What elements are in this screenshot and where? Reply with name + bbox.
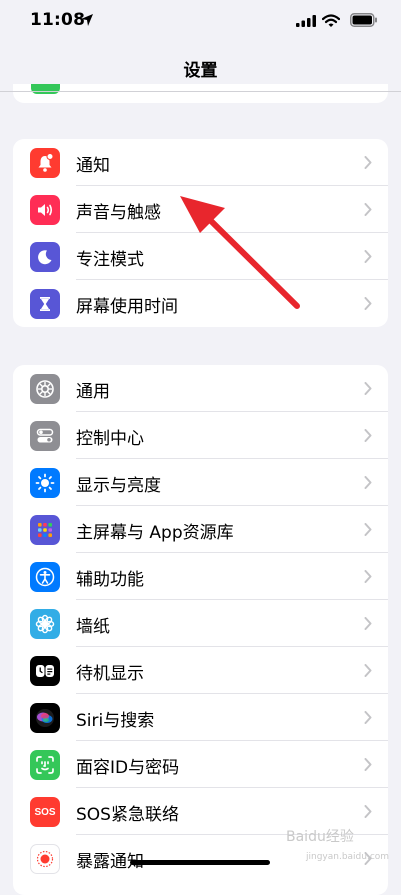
row-label: 通知 [76, 156, 110, 176]
chevron-right-icon [364, 476, 372, 489]
row-label: 面容ID与密码 [76, 758, 180, 778]
chevron-right-icon [364, 523, 372, 536]
toggles-icon [30, 421, 60, 451]
row-label: 专注模式 [76, 250, 144, 270]
watermark-url: jingyan.baidu.com [306, 852, 390, 862]
settings-row-focus[interactable]: 专注模式 [13, 233, 388, 280]
chevron-right-icon [364, 203, 372, 216]
chevron-right-icon [364, 758, 372, 771]
row-label: 屏幕使用时间 [76, 297, 178, 317]
settings-row-sounds-haptics[interactable]: 声音与触感 [13, 186, 388, 233]
chevron-right-icon [364, 664, 372, 677]
sun-icon [30, 468, 60, 498]
speaker-icon [30, 195, 60, 225]
flower-icon [30, 609, 60, 639]
row-label: Siri与搜索 [76, 711, 155, 731]
accessibility-icon [30, 562, 60, 592]
face-id-icon [30, 750, 60, 780]
row-label: 控制中心 [76, 429, 144, 449]
battery-icon [350, 13, 377, 27]
settings-row-general[interactable]: 通用 [13, 365, 388, 412]
row-label: 墙纸 [76, 617, 110, 637]
settings-group-1: 通知 声音与触感 专注模式 屏幕使用时间 [13, 139, 388, 327]
gear-icon [30, 374, 60, 404]
page-title: 设置 [183, 61, 218, 81]
chevron-right-icon [364, 805, 372, 818]
previous-row-icon [31, 84, 60, 94]
settings-row-display-brightness[interactable]: 显示与亮度 [13, 459, 388, 506]
wifi-icon [322, 14, 340, 27]
nav-divider [0, 91, 401, 92]
row-label: 声音与触感 [76, 203, 161, 223]
row-label: 显示与亮度 [76, 476, 161, 496]
chevron-right-icon [364, 711, 372, 724]
row-label: 待机显示 [76, 664, 144, 684]
settings-row-screen-time[interactable]: 屏幕使用时间 [13, 280, 388, 327]
settings-group-2: 通用 控制中心 显示与亮度 主屏幕与 App资源库 辅助功能 墙纸 待机显示 S… [13, 365, 388, 895]
status-time: 11:08 [30, 10, 86, 30]
moon-icon [30, 242, 60, 272]
watermark-logo: Baidu经验 [286, 829, 354, 845]
cellular-signal-icon [296, 15, 316, 27]
exposure-icon [30, 844, 60, 874]
settings-row-control-center[interactable]: 控制中心 [13, 412, 388, 459]
previous-group-card [13, 84, 388, 103]
app-grid-icon [30, 515, 60, 545]
siri-icon [30, 703, 60, 733]
chevron-right-icon [364, 156, 372, 169]
standby-icon [30, 656, 60, 686]
settings-row-accessibility[interactable]: 辅助功能 [13, 553, 388, 600]
sos-icon-text: SOS [34, 806, 56, 818]
settings-row-face-id-passcode[interactable]: 面容ID与密码 [13, 741, 388, 788]
chevron-right-icon [364, 382, 372, 395]
row-label: 辅助功能 [76, 570, 144, 590]
chevron-right-icon [364, 250, 372, 263]
chevron-right-icon [364, 429, 372, 442]
sos-icon: SOS [30, 797, 60, 827]
row-label: 主屏幕与 App资源库 [76, 523, 234, 543]
home-indicator[interactable] [130, 860, 270, 865]
settings-row-standby[interactable]: 待机显示 [13, 647, 388, 694]
row-label: SOS紧急联络 [76, 805, 179, 825]
chevron-right-icon [364, 297, 372, 310]
settings-row-home-screen-app-library[interactable]: 主屏幕与 App资源库 [13, 506, 388, 553]
hourglass-icon [30, 289, 60, 319]
chevron-right-icon [364, 617, 372, 630]
settings-row-notifications[interactable]: 通知 [13, 139, 388, 186]
location-arrow-icon [81, 14, 93, 26]
status-bar: 11:08 [0, 0, 401, 44]
settings-row-wallpaper[interactable]: 墙纸 [13, 600, 388, 647]
bell-badge-icon [30, 148, 60, 178]
row-label: 通用 [76, 382, 110, 402]
chevron-right-icon [364, 570, 372, 583]
settings-row-siri-search[interactable]: Siri与搜索 [13, 694, 388, 741]
